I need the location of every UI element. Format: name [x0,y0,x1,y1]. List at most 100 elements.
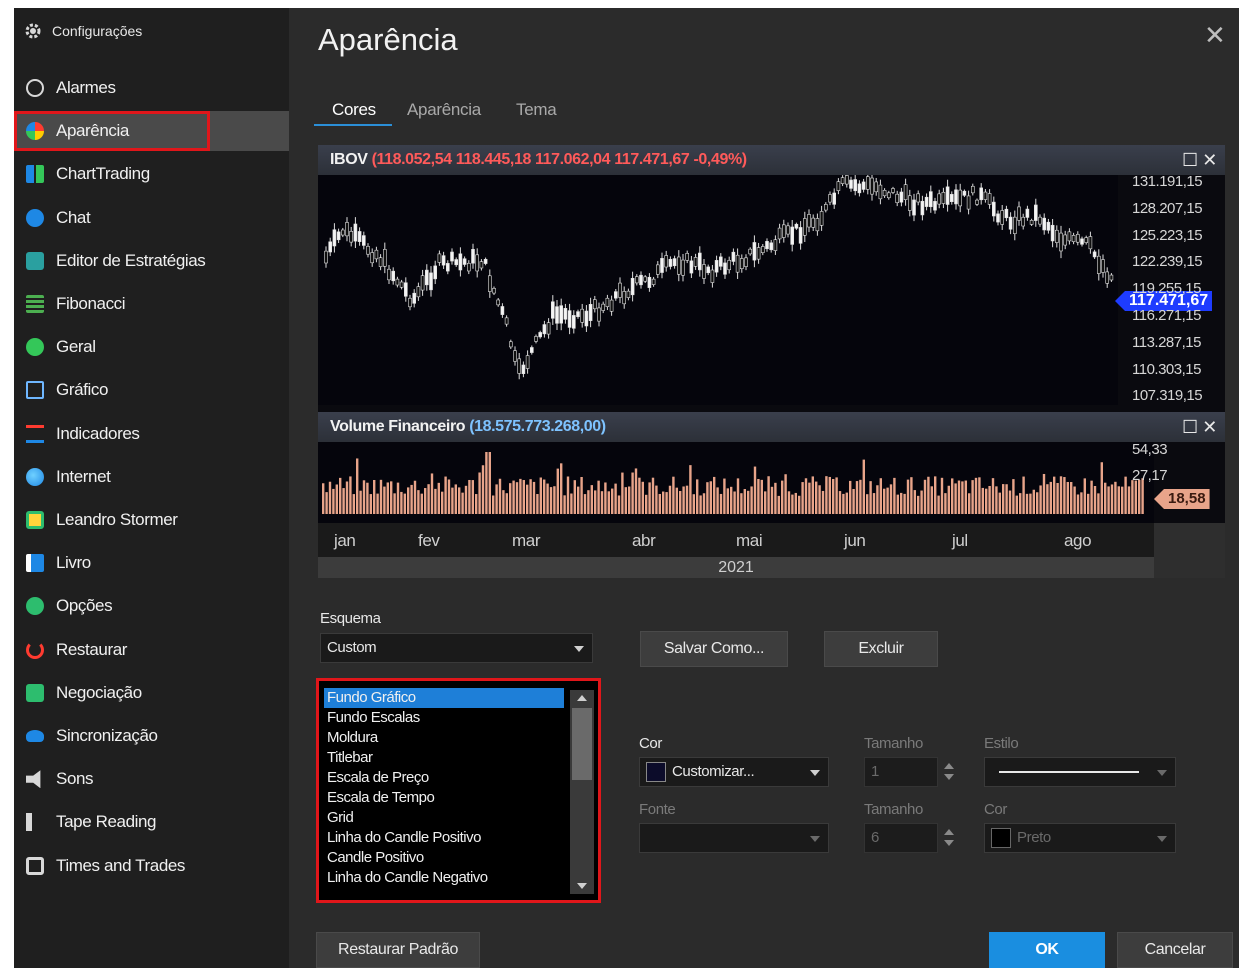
volume-bar [767,476,770,514]
color-dropdown[interactable]: Customizar... [639,757,829,787]
sidebar-item-geral[interactable]: Geral [14,327,289,367]
sidebar-item-label: Tape Reading [56,812,157,832]
volume-bar [356,458,359,514]
sidebar-item-sincroniza-o[interactable]: Sincronização [14,716,289,756]
list-item[interactable]: Grid [324,808,564,828]
element-list[interactable]: Fundo Gráfico Fundo Escalas Moldura Titleba… [316,678,601,903]
candle-body [601,303,606,311]
sidebar-item-chat[interactable]: Chat [14,198,289,238]
sidebar-item-alarmes[interactable]: Alarmes [14,68,289,108]
month-label: mai [736,531,763,550]
volume-bar [549,487,553,514]
volume-bar [556,468,559,514]
sidebar-item-leandro-stormer[interactable]: Leandro Stormer [14,500,289,540]
tab-aparencia[interactable]: Aparência [407,100,481,120]
pane-buttons[interactable]: ☐ ✕ [1182,145,1217,175]
volume-axis-label: 27,17 [1132,467,1168,484]
sidebar-item-restaurar[interactable]: Restaurar [14,630,289,670]
tab-cores[interactable]: Cores [332,100,376,120]
volume-bar [638,477,641,514]
pane-buttons-volume[interactable]: ☐ ✕ [1182,412,1217,442]
price-pane-titlebar: IBOV (118.052,54 118.445,18 117.062,04 1… [318,145,1225,175]
cancel-button[interactable]: Cancelar [1117,932,1233,968]
font-size-input[interactable]: 6 [864,823,938,853]
volume-bar [526,484,529,514]
sidebar-item-charttrading[interactable]: ChartTrading [14,154,289,194]
volume-title: Volume Financeiro [330,418,466,435]
sidebar-item-fibonacci[interactable]: Fibonacci [14,284,289,324]
delete-button[interactable]: Excluir [824,631,938,667]
list-item[interactable]: Candle Positivo [324,848,564,868]
list-item[interactable]: Escala de Preço [324,768,564,788]
volume-bar [781,480,784,514]
volume-bar [1049,481,1052,514]
candle-body [937,193,942,205]
candle-body [374,249,379,260]
scroll-thumb[interactable] [572,708,592,780]
font-dropdown[interactable] [639,823,829,853]
color-swatch [646,762,666,783]
list-item[interactable]: Titlebar [324,748,564,768]
candle-body [1088,236,1093,250]
volume-bar [655,485,658,514]
list-item[interactable]: Fundo Gráfico [324,688,564,708]
font-size-stepper[interactable] [942,823,956,853]
sidebar-item-tape-reading[interactable]: Tape Reading [14,802,289,842]
volume-bar [903,493,906,514]
candle-body [660,258,664,273]
sidebar-item-op-es[interactable]: Opções [14,586,289,626]
sidebar-item-apar-ncia[interactable]: Aparência [14,111,289,152]
font-color-dropdown[interactable]: Preto [984,823,1176,853]
size-stepper[interactable] [942,757,956,787]
sidebar-item-editor-de-estrat-gias[interactable]: Editor de Estratégias [14,241,289,281]
save-as-button[interactable]: Salvar Como... [640,631,788,667]
tape-reading-icon [26,813,32,832]
candle-body [559,305,563,324]
sidebar-item-negocia-o[interactable]: Negociação [14,673,289,713]
scheme-dropdown[interactable]: Custom [320,633,593,663]
list-item[interactable]: Moldura [324,728,564,748]
volume-bar [733,491,736,514]
list-scrollbar[interactable] [570,690,594,894]
candle-body [366,245,370,255]
volume-bar [852,488,855,514]
candle-body [664,255,669,268]
sidebar-item-livro[interactable]: Livro [14,543,289,583]
candle-body [790,226,795,245]
volume-bar [420,493,423,514]
sidebar-item-gr-fico[interactable]: Gráfico [14,370,289,410]
list-item[interactable]: Linha do Candle Positivo [324,828,564,848]
list-item[interactable]: Fundo Escalas [324,708,564,728]
volume-bar [876,485,879,514]
scroll-up-icon[interactable] [577,695,587,701]
sidebar-item-times-and-trades[interactable]: Times and Trades [14,846,289,886]
scroll-down-icon[interactable] [577,883,587,889]
volume-bar [614,483,617,514]
candle-body [941,191,946,204]
close-icon[interactable]: ✕ [1204,22,1226,48]
candle-body [1084,237,1089,243]
list-item[interactable]: Escala de Tempo [324,788,564,808]
ok-button[interactable]: OK [989,932,1105,968]
list-item[interactable]: Linha do Candle Negativo [324,868,564,888]
line-style-dropdown[interactable] [984,757,1176,787]
sidebar-item-indicadores[interactable]: Indicadores [14,414,289,454]
candle-body [676,256,681,275]
volume-bar [594,490,597,514]
candle-body [613,291,618,299]
sidebar-item-sons[interactable]: Sons [14,759,289,799]
sidebar-item-internet[interactable]: Internet [14,457,289,497]
candle-body [773,239,778,251]
volume-bar [709,481,712,514]
candle-body [353,223,358,242]
size-input[interactable]: 1 [864,757,938,787]
restore-defaults-button[interactable]: Restaurar Padrão [316,932,480,968]
tab-tema[interactable]: Tema [516,100,557,120]
candle-body [903,184,908,200]
candle-body [1105,271,1110,284]
candle-body [336,231,341,241]
candle-body [1025,208,1030,218]
candle-body [1092,251,1097,258]
volume-bar [1114,481,1117,514]
volume-bar [818,485,821,514]
